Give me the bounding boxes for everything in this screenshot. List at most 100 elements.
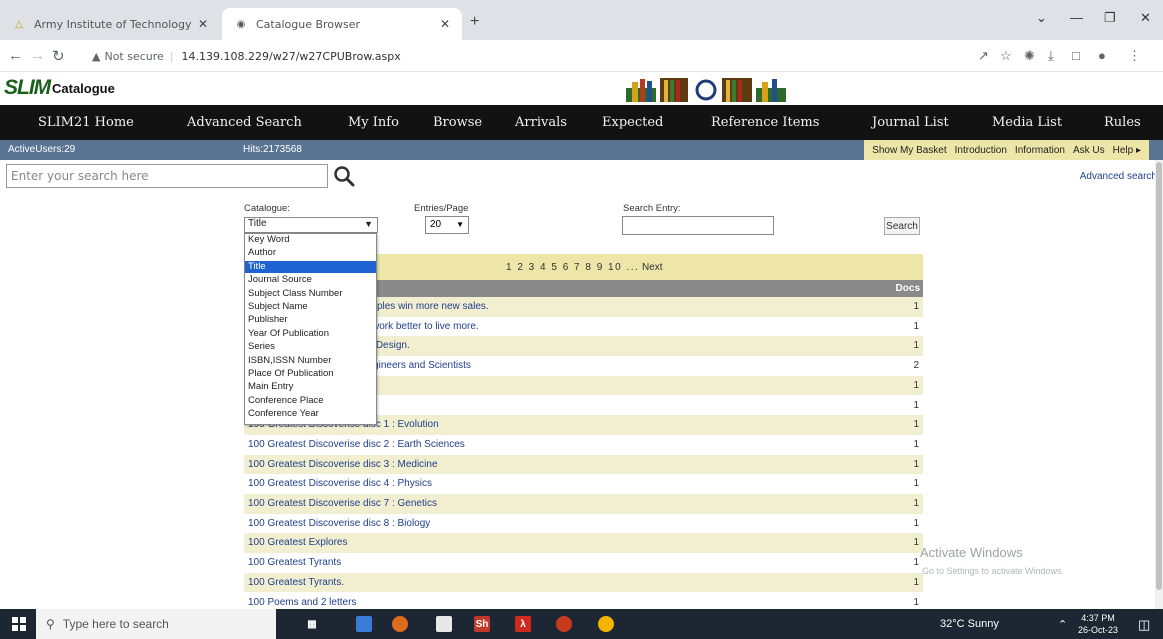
- link-ask-us[interactable]: Ask Us: [1073, 145, 1105, 156]
- notification-icon[interactable]: ◫: [1138, 617, 1150, 633]
- advanced-search-link[interactable]: Advanced search: [1080, 171, 1157, 182]
- menu-icon[interactable]: ⋮: [1128, 48, 1141, 64]
- system-clock[interactable]: 4:37 PM 26-Oct-23: [1078, 612, 1118, 636]
- clock-time: 4:37 PM: [1081, 613, 1115, 623]
- next-page-link[interactable]: Next: [642, 262, 663, 273]
- nav-media-list[interactable]: Media List: [992, 115, 1062, 130]
- result-docs-count: 2: [913, 360, 919, 372]
- result-docs-count: 1: [913, 301, 919, 312]
- active-users-count: ActiveUsers:29: [8, 144, 76, 155]
- new-tab-button[interactable]: +: [470, 13, 479, 31]
- chrome-icon[interactable]: [598, 616, 614, 632]
- nav-rules[interactable]: Rules: [1104, 115, 1141, 130]
- table-row: 100 Greatest Tyrants. 1: [244, 572, 923, 593]
- result-title-link[interactable]: 100 Greatest Discoverise disc 4 : Physic…: [248, 478, 432, 489]
- result-title-link[interactable]: 100 Greatest Discoverise disc 7 : Geneti…: [248, 498, 437, 509]
- link-show-basket[interactable]: Show My Basket: [872, 145, 946, 156]
- catalogue-option[interactable]: ISBN,ISSN Number: [245, 355, 376, 367]
- nav-advanced-search[interactable]: Advanced Search: [187, 115, 302, 130]
- result-docs-count: 1: [913, 576, 919, 588]
- file-explorer-icon[interactable]: [356, 616, 372, 632]
- result-title-link[interactable]: 100 Poems and 2 letters: [248, 597, 356, 608]
- document-icon[interactable]: [436, 616, 452, 632]
- link-introduction[interactable]: Introduction: [955, 145, 1007, 156]
- separator: |: [169, 49, 174, 63]
- nav-home[interactable]: SLIM21 Home: [38, 115, 134, 130]
- nav-expected[interactable]: Expected: [602, 115, 663, 130]
- catalogue-option[interactable]: Key Word: [245, 234, 376, 246]
- reload-icon[interactable]: ↻: [52, 47, 65, 65]
- catalogue-option[interactable]: Title: [245, 260, 376, 273]
- search-icon[interactable]: [332, 164, 356, 188]
- url-field[interactable]: ▲ Not secure | 14.139.108.229/w27/w27CPU…: [92, 45, 962, 67]
- catalogue-option[interactable]: Subject Name: [245, 301, 376, 313]
- catalogue-select[interactable]: Title ▼: [244, 217, 378, 233]
- scrollbar-thumb[interactable]: [1156, 162, 1162, 590]
- result-title-link[interactable]: 100 Greatest Discoverise disc 3 : Medici…: [248, 459, 438, 470]
- search-input[interactable]: [6, 164, 328, 188]
- back-icon[interactable]: ←: [8, 47, 23, 64]
- app-sh-icon[interactable]: Sh: [474, 616, 490, 632]
- weather-widget[interactable]: 32°C Sunny: [940, 618, 999, 630]
- catalogue-option[interactable]: Series: [245, 341, 376, 353]
- link-information[interactable]: Information: [1015, 145, 1065, 156]
- firefox-icon[interactable]: [392, 616, 408, 632]
- result-title-link[interactable]: 100 Greatest Discoverise disc 8 : Biolog…: [248, 518, 430, 529]
- nav-browse[interactable]: Browse: [433, 115, 482, 130]
- nav-arrivals[interactable]: Arrivals: [515, 115, 567, 130]
- profile-icon[interactable]: ●: [1098, 48, 1106, 63]
- catalogue-option[interactable]: Main Entry: [245, 381, 376, 393]
- catalogue-option[interactable]: Publisher: [245, 314, 376, 326]
- search-entry-field[interactable]: [622, 216, 774, 235]
- entries-select[interactable]: 20 ▼: [425, 216, 469, 234]
- catalogue-option[interactable]: Author: [245, 247, 376, 259]
- page-links[interactable]: 1 2 3 4 5 6 7 8 9 10 ...: [506, 262, 639, 273]
- minimize-icon[interactable]: —: [1070, 10, 1083, 25]
- star-icon[interactable]: ☆: [1000, 48, 1012, 64]
- result-title-link[interactable]: 100 Greatest Tyrants: [248, 557, 341, 568]
- app-red-icon[interactable]: [556, 616, 572, 632]
- table-row: 100 Poems and 2 letters 1: [244, 592, 923, 610]
- result-title-link[interactable]: 100 Greatest Tyrants.: [248, 577, 344, 588]
- sidebar-icon[interactable]: □: [1072, 48, 1080, 63]
- catalogue-option[interactable]: Conference Place: [245, 395, 376, 407]
- close-tab-icon[interactable]: ✕: [440, 17, 450, 31]
- catalogue-option[interactable]: Journal Source: [245, 274, 376, 286]
- address-bar: ← → ↻ ▲ Not secure | 14.139.108.229/w27/…: [0, 40, 1163, 72]
- result-docs-count: 1: [913, 399, 919, 411]
- catalogue-option[interactable]: Subject Class Number: [245, 288, 376, 300]
- link-help[interactable]: Help ▸: [1113, 145, 1141, 156]
- entries-selected-value: 20: [430, 219, 442, 230]
- browser-tab-catalogue[interactable]: ◉ Catalogue Browser ✕: [222, 8, 462, 40]
- windows-start-icon[interactable]: [12, 617, 26, 631]
- army-favicon-icon: △: [15, 18, 23, 30]
- catalogue-option[interactable]: Year Of Publication: [245, 328, 376, 340]
- catalogue-option[interactable]: Conference Year: [245, 408, 376, 420]
- close-tab-icon[interactable]: ✕: [198, 17, 208, 31]
- extensions-icon[interactable]: ✺: [1024, 48, 1035, 64]
- search-button[interactable]: Search: [884, 217, 920, 235]
- browser-tab-bar: △ Army Institute of Technology ✕ ◉ Catal…: [0, 0, 1163, 40]
- nav-my-info[interactable]: My Info: [348, 115, 399, 130]
- download-icon[interactable]: ⤓: [1048, 48, 1054, 64]
- acrobat-icon[interactable]: λ: [515, 616, 531, 632]
- tab-title: Army Institute of Technology: [34, 17, 192, 31]
- task-view-icon[interactable]: ▦: [304, 616, 320, 632]
- nav-journal-list[interactable]: Journal List: [872, 115, 949, 130]
- catalogue-selected-value: Title: [248, 218, 267, 229]
- result-docs-count: 1: [913, 379, 919, 391]
- forward-icon[interactable]: →: [30, 47, 45, 64]
- result-title-link[interactable]: 100 Greatest Explores: [248, 537, 348, 548]
- taskbar-search-box[interactable]: ⚲ Type here to search: [36, 609, 276, 639]
- share-icon[interactable]: ↗: [978, 48, 989, 64]
- table-row: 100 Greatest Discoverise disc 2 : Earth …: [244, 434, 923, 455]
- catalogue-option[interactable]: Place Of Publication: [245, 368, 376, 380]
- browser-tab-army[interactable]: △ Army Institute of Technology ✕: [0, 8, 220, 40]
- nav-reference-items[interactable]: Reference Items: [711, 115, 819, 130]
- restore-icon[interactable]: ❐: [1104, 10, 1116, 26]
- tray-chevron-icon[interactable]: ⌃: [1058, 618, 1067, 631]
- close-window-icon[interactable]: ✕: [1140, 10, 1151, 26]
- chevron-down-icon[interactable]: ⌄: [1036, 10, 1047, 26]
- result-title-link[interactable]: 100 Greatest Discoverise disc 2 : Earth …: [248, 439, 465, 450]
- slim-logo: SLIM: [4, 76, 51, 99]
